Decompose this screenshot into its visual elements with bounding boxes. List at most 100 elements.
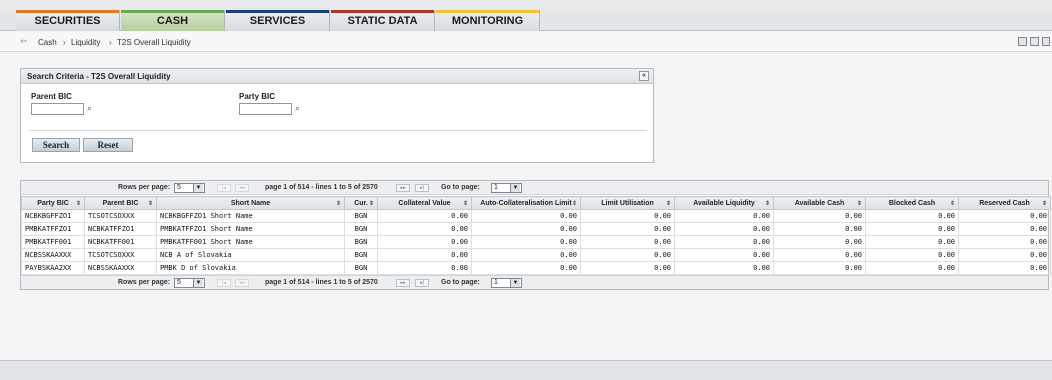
column-header-blocked-cash[interactable]: Blocked Cash ⇕ xyxy=(865,196,959,210)
next-page-button[interactable]: ▸▸ xyxy=(396,184,410,192)
parent-bic-input[interactable] xyxy=(31,103,84,115)
sort-icon: ⇕ xyxy=(949,201,955,207)
column-header-available-cash[interactable]: Available Cash ⇕ xyxy=(773,196,866,210)
tab-services[interactable]: SERVICES xyxy=(226,10,330,31)
rows-per-page-value: 5 xyxy=(177,184,181,191)
tab-cash[interactable]: CASH xyxy=(121,10,225,31)
breadcrumb-item-cash[interactable]: Cash xyxy=(38,38,57,47)
back-arrow-icon[interactable]: ⇐ xyxy=(20,37,28,46)
table-cell: 0.00 xyxy=(958,222,1051,236)
column-header-reserved-cash[interactable]: Reserved Cash ⇕ xyxy=(958,196,1051,210)
table-cell: 0.00 xyxy=(958,235,1051,249)
table-row[interactable]: PMBKATFF001 NCBKATFF001 PMBKATFF001 Short … xyxy=(21,235,1051,249)
footer-bar xyxy=(0,360,1052,380)
tab-label: CASH xyxy=(156,15,189,27)
search-button[interactable]: Search xyxy=(32,138,80,152)
tab-securities[interactable]: SECURITIES xyxy=(16,10,120,31)
table-cell: 0.00 xyxy=(865,222,959,236)
sort-icon: ⇕ xyxy=(571,201,577,207)
tab-monitoring[interactable]: MONITORING xyxy=(436,10,540,31)
first-page-button[interactable]: |◂ xyxy=(217,279,231,287)
chevron-down-icon: ▼ xyxy=(193,279,203,287)
column-header-available-liquidity[interactable]: Available Liquidity ⇕ xyxy=(674,196,774,210)
parent-bic-lookup-icon[interactable]: ⌕ xyxy=(87,103,92,114)
table-row[interactable]: PAYBSKAA2XX NCBSSKAAXXX PMBK D of Slovakia… xyxy=(21,261,1051,275)
column-header-auto-collateralisation-limit[interactable]: Auto-Collateralisation Limit ⇕ xyxy=(471,196,581,210)
panel-title-text: Search Criteria - T2S Overall Liquidity xyxy=(27,72,171,81)
reset-button[interactable]: Reset xyxy=(83,138,133,152)
column-header-collateral-value[interactable]: Collateral Value ⇕ xyxy=(377,196,472,210)
rows-per-page-select[interactable]: 5 ▼ xyxy=(174,183,205,193)
goto-page-select[interactable]: 1 ▼ xyxy=(491,183,522,193)
prev-page-button[interactable]: ◂◂ xyxy=(235,184,249,192)
table-header-row: Party BIC ⇕ Parent BIC ⇕ Short Name ⇕ Cur. ⇕… xyxy=(21,196,1051,210)
table-row[interactable]: NCBKBGFFZO1 TCSOTCSOXXX NCBKBGFFZO1 Short … xyxy=(21,209,1051,223)
table-cell: 0.00 xyxy=(471,248,581,262)
pager-bottom: Rows per page: 5 ▼ |◂ ◂◂ page 1 of 514 -… xyxy=(21,275,1048,289)
table-cell: BGN xyxy=(344,261,378,275)
column-header-limit-utilisation[interactable]: Limit Utilisation ⇕ xyxy=(580,196,675,210)
refresh-icon[interactable] xyxy=(1042,37,1050,46)
table-cell: 0.00 xyxy=(865,261,959,275)
liquidity-table: Party BIC ⇕ Parent BIC ⇕ Short Name ⇕ Cur. ⇕… xyxy=(21,196,1051,275)
sort-icon: ⇕ xyxy=(856,201,862,207)
main-nav: SECURITIES CASH SERVICES STATIC DATA MON… xyxy=(0,10,1052,31)
prev-page-button[interactable]: ◂◂ xyxy=(235,279,249,287)
last-page-button[interactable]: ▸| xyxy=(415,184,429,192)
table-cell: 0.00 xyxy=(377,235,472,249)
column-header-short-name[interactable]: Short Name ⇕ xyxy=(156,196,345,210)
breadcrumb-item-liquidity[interactable]: Liquidity xyxy=(71,38,100,47)
table-cell: 0.00 xyxy=(674,209,774,223)
table-cell: 0.00 xyxy=(377,209,472,223)
tab-accent-bar xyxy=(121,10,224,13)
table-cell: PAYBSKAA2XX xyxy=(21,261,85,275)
tab-static-data[interactable]: STATIC DATA xyxy=(331,10,435,31)
table-row[interactable]: PMBKATFFZO1 NCBKATFFZO1 PMBKATFFZO1 Short … xyxy=(21,222,1051,236)
table-cell: 0.00 xyxy=(958,209,1051,223)
collapse-icon[interactable]: « xyxy=(639,71,649,81)
tab-label: MONITORING xyxy=(451,15,524,27)
chevron-down-icon: ▼ xyxy=(510,184,520,192)
table-cell: 0.00 xyxy=(471,209,581,223)
table-cell: NCBKATFF001 xyxy=(84,235,157,249)
table-cell: BGN xyxy=(344,235,378,249)
goto-page-select[interactable]: 1 ▼ xyxy=(491,278,522,288)
table-cell: PMBKATFFZO1 xyxy=(21,222,85,236)
table-cell: 0.00 xyxy=(773,222,866,236)
chevron-down-icon: ▼ xyxy=(193,184,203,192)
party-bic-lookup-icon[interactable]: ⌕ xyxy=(295,103,300,114)
panel-divider xyxy=(29,130,647,131)
breadcrumb: ⇐ Cash › Liquidity › T2S Overall Liquidi… xyxy=(0,32,1052,52)
next-page-button[interactable]: ▸▸ xyxy=(396,279,410,287)
column-header-party-bic[interactable]: Party BIC ⇕ xyxy=(21,196,85,210)
tab-accent-bar xyxy=(331,10,434,13)
table-cell: 0.00 xyxy=(580,261,675,275)
last-page-button[interactable]: ▸| xyxy=(415,279,429,287)
table-cell: BGN xyxy=(344,248,378,262)
table-cell: NCBSSKAAXXX xyxy=(84,261,157,275)
column-header-parent-bic[interactable]: Parent BIC ⇕ xyxy=(84,196,157,210)
first-page-button[interactable]: |◂ xyxy=(217,184,231,192)
sort-icon: ⇕ xyxy=(764,201,770,207)
save-icon[interactable] xyxy=(1030,37,1039,46)
party-bic-input[interactable] xyxy=(239,103,292,115)
chevron-down-icon: ▼ xyxy=(510,279,520,287)
column-header-currency[interactable]: Cur. ⇕ xyxy=(344,196,378,210)
tab-label: STATIC DATA xyxy=(347,15,418,27)
tab-accent-bar xyxy=(436,10,539,13)
table-cell: 0.00 xyxy=(958,261,1051,275)
print-icon[interactable] xyxy=(1018,37,1027,46)
breadcrumb-separator: › xyxy=(63,38,66,47)
table-cell: 0.00 xyxy=(865,248,959,262)
rows-per-page-value: 5 xyxy=(177,279,181,286)
table-cell: 0.00 xyxy=(773,261,866,275)
search-criteria-panel: Search Criteria - T2S Overall Liquidity … xyxy=(20,68,654,163)
sort-icon: ⇕ xyxy=(368,201,374,207)
table-cell: 0.00 xyxy=(958,248,1051,262)
table-row[interactable]: NCBSSKAAXXX TCSOTCSOXXX NCB A of Slovakia B… xyxy=(21,248,1051,262)
sort-icon: ⇕ xyxy=(335,201,341,207)
rows-per-page-select[interactable]: 5 ▼ xyxy=(174,278,205,288)
table-cell: PMBKATFF001 xyxy=(21,235,85,249)
table-cell: 0.00 xyxy=(674,261,774,275)
table-cell: 0.00 xyxy=(377,222,472,236)
